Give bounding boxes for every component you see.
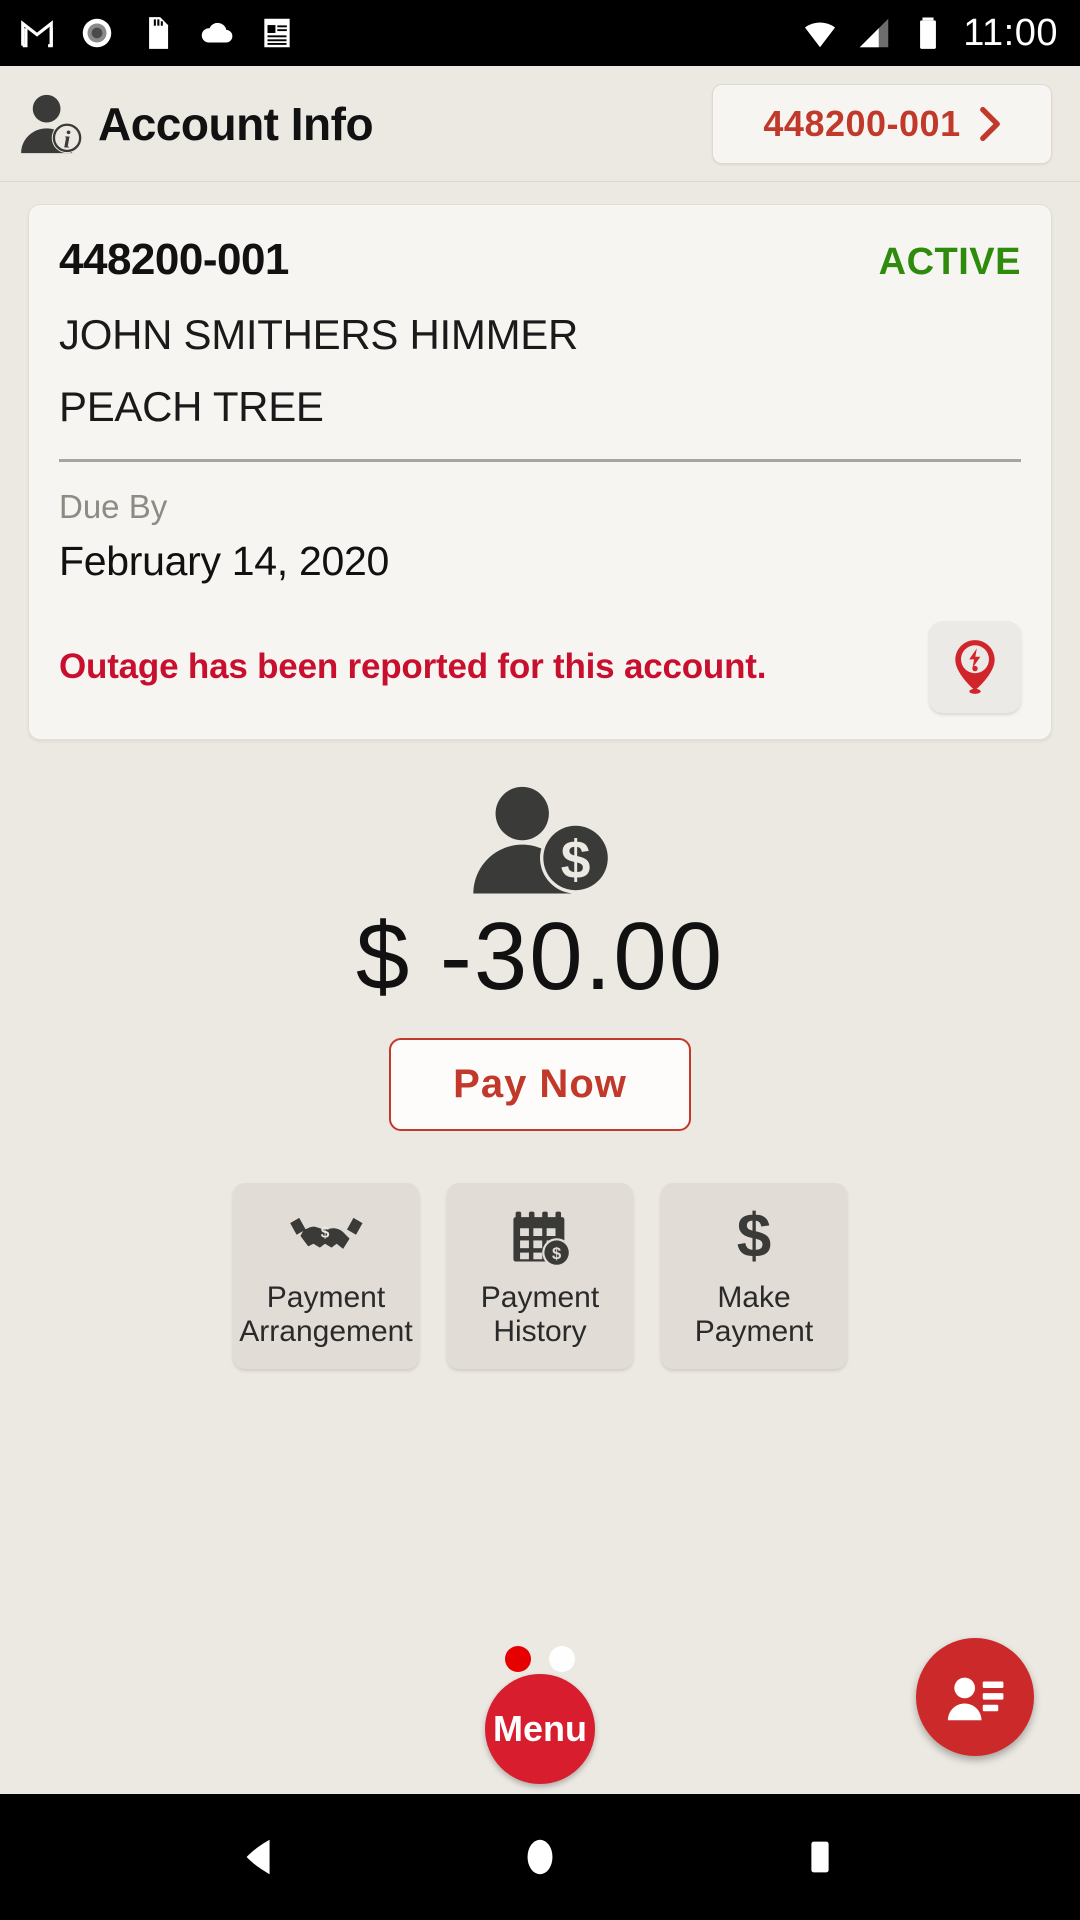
customer-balance-icon: $: [473, 786, 612, 894]
svg-text:$: $: [552, 1245, 561, 1264]
notes-icon: [264, 18, 290, 48]
tile-label: Make Payment: [694, 1281, 814, 1348]
due-by-value: February 14, 2020: [59, 538, 389, 584]
app-header: i Account Info 448200-001: [0, 66, 1080, 182]
dollar-sign-icon: $: [734, 1203, 774, 1269]
back-triangle-icon: [246, 1839, 270, 1875]
recents-square-icon: [811, 1841, 829, 1873]
pay-now-button[interactable]: Pay Now: [389, 1038, 691, 1131]
home-button[interactable]: [512, 1829, 568, 1885]
outage-message: Outage has been reported for this accoun…: [59, 647, 767, 686]
account-summary-card[interactable]: 448200-001 ACTIVE JOHN SMITHERS HIMMER P…: [28, 204, 1052, 740]
status-bar: 11:00: [0, 0, 1080, 66]
svg-text:$: $: [737, 1205, 771, 1267]
card-header-row: 448200-001 ACTIVE: [59, 235, 1021, 285]
menu-button[interactable]: Menu: [485, 1674, 595, 1784]
home-circle-icon: [527, 1839, 553, 1875]
handshake-dollar-icon: $: [285, 1203, 368, 1269]
tile-payment-arrangement[interactable]: $ Payment Arrangement: [233, 1183, 419, 1369]
card-divider: [59, 459, 1021, 462]
wifi-icon: [805, 22, 836, 48]
quick-action-tiles: $ Payment Arrangement $ Payment History …: [0, 1183, 1080, 1369]
contact-list-icon: [947, 1677, 1004, 1721]
due-by-label: Due By: [59, 488, 168, 525]
tile-label: Payment Arrangement: [239, 1281, 413, 1348]
account-info-person-icon: i: [21, 94, 83, 153]
sd-card-icon: [149, 17, 169, 49]
main-content: 448200-001 ACTIVE JOHN SMITHERS HIMMER P…: [0, 182, 1080, 1794]
account-switcher-button[interactable]: 448200-001: [712, 83, 1052, 164]
tile-payment-history[interactable]: $ Payment History: [447, 1183, 633, 1369]
back-button[interactable]: [232, 1829, 288, 1885]
svg-text:i: i: [64, 126, 71, 153]
calendar-dollar-icon: $: [509, 1203, 571, 1269]
pager-dot-2[interactable]: [549, 1646, 575, 1672]
page-title: Account Info: [98, 97, 374, 150]
svg-text:$: $: [320, 1225, 329, 1242]
pager-dots: [0, 1646, 1080, 1672]
menu-button-label: Menu: [493, 1708, 587, 1749]
card-account-number: 448200-001: [59, 235, 289, 284]
battery-icon: [920, 17, 937, 49]
app-screen: 11:00 i Account Info 448200-001 448200-0…: [0, 0, 1080, 1920]
cloud-icon: [201, 22, 233, 43]
tile-make-payment[interactable]: $ Make Payment: [661, 1183, 847, 1369]
outage-report-button[interactable]: [929, 621, 1021, 713]
balance-section: $ $ -30.00 Pay Now: [0, 782, 1080, 1131]
chevron-right-icon: [979, 106, 1000, 141]
recents-button[interactable]: [792, 1829, 848, 1885]
gmail-icon: [21, 20, 53, 48]
svg-text:$: $: [561, 831, 591, 890]
status-bar-right-icons: 11:00: [801, 14, 1058, 52]
pager-dot-1[interactable]: [505, 1646, 531, 1672]
outage-row: Outage has been reported for this accoun…: [59, 621, 1021, 713]
service-address: PEACH TREE: [59, 383, 324, 430]
status-bar-clock: 11:00: [963, 12, 1058, 54]
balance-amount: $ -30.00: [355, 903, 725, 1010]
contacts-fab[interactable]: [916, 1638, 1034, 1756]
android-nav-bar: [0, 1794, 1080, 1920]
customer-name: JOHN SMITHERS HIMMER: [59, 311, 579, 358]
status-bar-left-icons: [18, 14, 296, 52]
tile-label: Payment History: [480, 1281, 600, 1348]
cellular-signal-icon: [859, 18, 889, 48]
account-switcher-label: 448200-001: [763, 102, 961, 144]
status-badge: ACTIVE: [878, 241, 1021, 283]
outage-pin-icon: [955, 640, 995, 694]
record-icon: [82, 18, 112, 48]
